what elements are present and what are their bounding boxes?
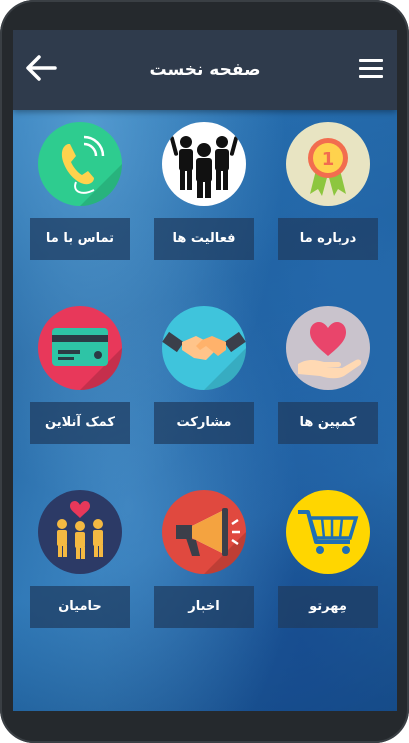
tile-label: حامیان — [30, 586, 130, 628]
award-medal-icon: 1 — [286, 122, 370, 206]
app-screen: صفحه نخست 1 درباره ما فعالیت ها تماس با … — [13, 30, 397, 711]
supporters-icon — [38, 490, 122, 574]
tile-label: تماس با ما — [30, 218, 130, 260]
handshake-icon — [162, 306, 246, 390]
app-bar: صفحه نخست — [13, 30, 397, 110]
tile-label: مشارکت — [154, 402, 254, 444]
megaphone-icon — [162, 490, 246, 574]
page-title: صفحه نخست — [149, 60, 261, 80]
hamburger-menu-icon — [353, 59, 389, 78]
team-people-icon — [162, 122, 246, 206]
tile-news[interactable]: اخبار — [154, 490, 254, 628]
menu-button[interactable] — [353, 54, 389, 86]
svg-text:1: 1 — [322, 149, 335, 170]
tile-mehrto[interactable]: مِهرتو — [278, 490, 378, 628]
tile-contact-us[interactable]: تماس با ما — [30, 122, 130, 260]
tile-online-help[interactable]: کمک آنلاین — [30, 306, 130, 444]
tile-activities[interactable]: فعالیت ها — [154, 122, 254, 260]
tile-participation[interactable]: مشارکت — [154, 306, 254, 444]
tile-about-us[interactable]: 1 درباره ما — [278, 122, 378, 260]
tile-label: کمپین ها — [278, 402, 378, 444]
tile-label: مِهرتو — [278, 586, 378, 628]
credit-card-icon — [38, 306, 122, 390]
shopping-cart-icon — [286, 490, 370, 574]
tile-supporters[interactable]: حامیان — [30, 490, 130, 628]
back-arrow-icon — [26, 55, 57, 81]
phone-frame: صفحه نخست 1 درباره ما فعالیت ها تماس با … — [0, 0, 409, 743]
tile-label: اخبار — [154, 586, 254, 628]
phone-call-icon — [38, 122, 122, 206]
back-button[interactable] — [23, 50, 63, 86]
tile-label: فعالیت ها — [154, 218, 254, 260]
tile-label: کمک آنلاین — [30, 402, 130, 444]
tile-campaigns[interactable]: کمپین ها — [278, 306, 378, 444]
tile-label: درباره ما — [278, 218, 378, 260]
heart-hand-icon — [286, 306, 370, 390]
